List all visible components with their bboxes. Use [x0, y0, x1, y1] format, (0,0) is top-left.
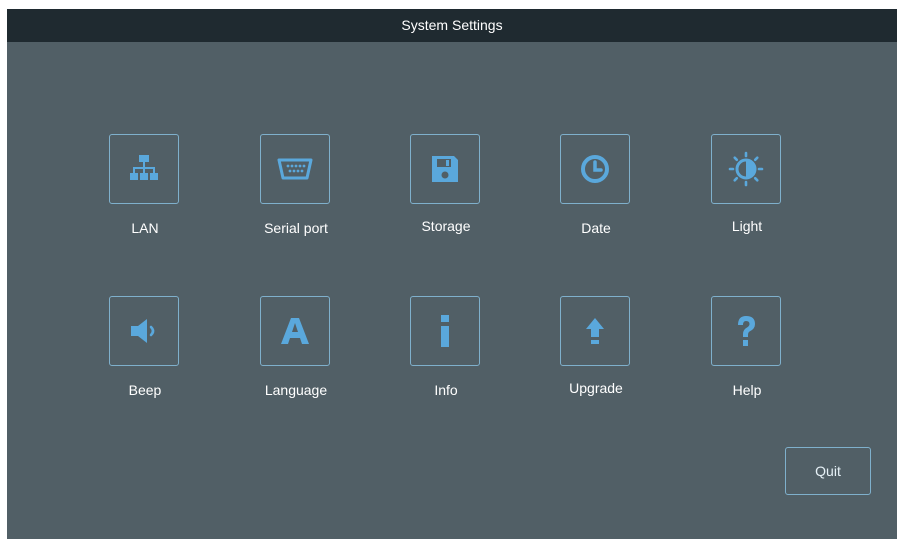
speaker-icon: [131, 319, 155, 343]
serial-port-icon-frame: [260, 134, 330, 204]
quit-button[interactable]: Quit: [785, 447, 871, 495]
help-icon-frame: [711, 296, 781, 366]
light-icon-frame: [711, 134, 781, 204]
upgrade-label: Upgrade: [569, 380, 623, 396]
brightness-icon: [728, 151, 764, 187]
letter-a-icon: [281, 318, 309, 344]
lan-icon-frame: [109, 134, 179, 204]
settings-screen: System Settings LAN Serial port Storage …: [7, 9, 897, 539]
help-label: Help: [732, 382, 762, 398]
info-icon-frame: [410, 296, 480, 366]
upload-arrow-icon: [586, 318, 604, 344]
lan-label: LAN: [131, 220, 159, 236]
language-label: Language: [264, 382, 328, 398]
clock-icon: [581, 155, 609, 183]
beep-icon-frame: [109, 296, 179, 366]
title-bar: System Settings: [7, 9, 897, 42]
upgrade-icon-frame: [560, 296, 630, 366]
light-label: Light: [731, 218, 763, 234]
date-label: Date: [581, 220, 611, 236]
network-icon: [130, 155, 158, 180]
quit-button-label: Quit: [815, 463, 841, 479]
info-label: Info: [434, 382, 458, 398]
window-title: System Settings: [401, 17, 503, 33]
floppy-disk-icon: [432, 156, 458, 182]
storage-icon-frame: [410, 134, 480, 204]
storage-label: Storage: [421, 218, 471, 234]
info-icon: [441, 315, 449, 347]
question-mark-icon: [738, 316, 755, 346]
beep-label: Beep: [128, 382, 162, 398]
date-icon-frame: [560, 134, 630, 204]
serial-port-label: Serial port: [264, 220, 328, 236]
serial-port-icon: [277, 158, 313, 180]
language-icon-frame: [260, 296, 330, 366]
